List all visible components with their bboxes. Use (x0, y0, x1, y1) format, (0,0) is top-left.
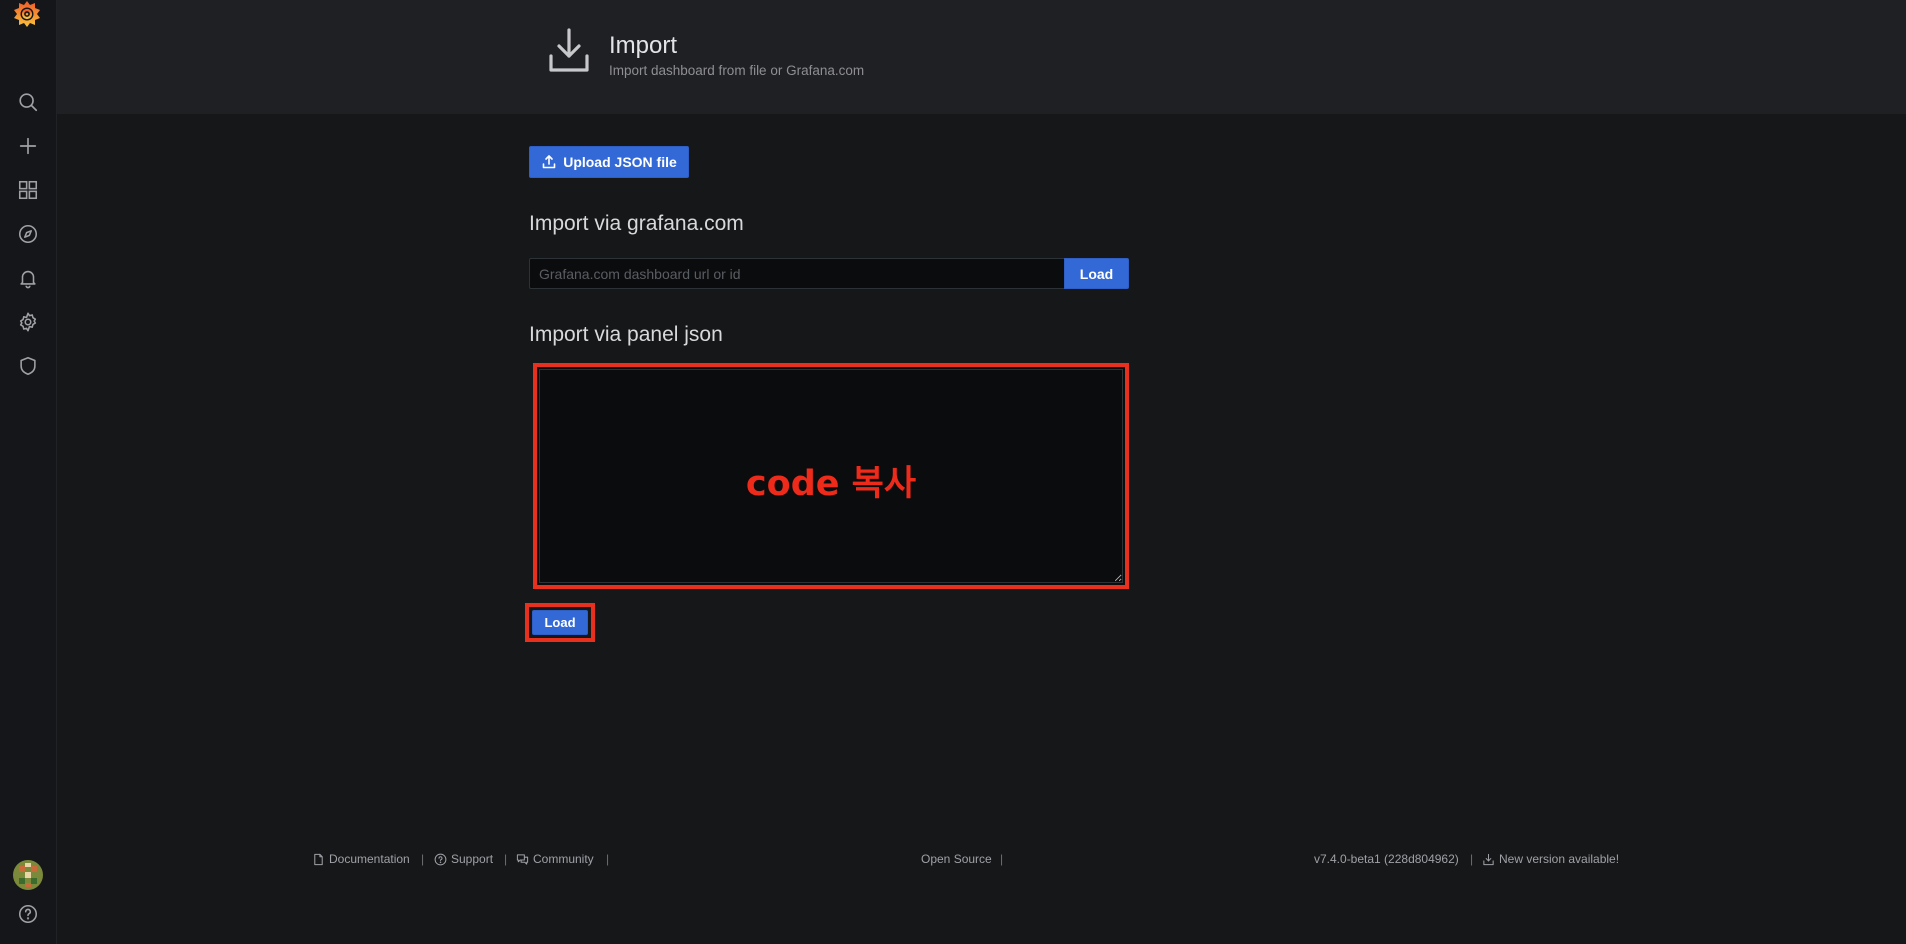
grafana-com-url-input[interactable] (529, 258, 1064, 289)
shield-icon[interactable] (14, 352, 42, 380)
panel-json-textarea[interactable] (539, 369, 1123, 583)
grafana-com-section-title: Import via grafana.com (529, 212, 744, 235)
upload-json-button[interactable]: Upload JSON file (529, 146, 689, 178)
footer-separator: | (504, 852, 508, 866)
gear-icon[interactable] (14, 308, 42, 336)
footer-documentation-label: Documentation (329, 852, 410, 866)
footer-open-source-link[interactable]: Open Source (921, 852, 992, 866)
footer-community-label: Community (533, 852, 594, 866)
search-icon[interactable] (14, 88, 42, 116)
footer-community-link[interactable]: Community (516, 852, 594, 866)
sidebar (0, 0, 57, 944)
footer-support-link[interactable]: Support (434, 852, 493, 866)
plus-icon[interactable] (14, 132, 42, 160)
page-header: Import Import dashboard from file or Gra… (57, 0, 1906, 114)
download-icon (1483, 853, 1494, 865)
footer-version: v7.4.0-beta1 (228d804962) (1314, 852, 1459, 866)
page-subtitle: Import dashboard from file or Grafana.co… (609, 63, 865, 78)
footer-separator: | (606, 852, 610, 866)
grafana-logo-icon[interactable] (12, 0, 42, 28)
dashboards-icon[interactable] (14, 176, 42, 204)
upload-json-label: Upload JSON file (563, 154, 677, 170)
footer-new-version-label: New version available! (1499, 852, 1620, 866)
document-icon (314, 853, 323, 865)
footer-new-version-link[interactable]: New version available! (1482, 852, 1619, 866)
footer-support-label: Support (451, 852, 494, 866)
footer-open-source-label: Open Source (921, 852, 992, 866)
load-json-button[interactable]: Load (532, 610, 588, 635)
page-title: Import (609, 32, 678, 59)
explore-icon[interactable] (14, 220, 42, 248)
footer-documentation-link[interactable]: Documentation (312, 852, 410, 866)
footer-separator: | (421, 852, 425, 866)
bell-icon[interactable] (14, 264, 42, 292)
panel-json-highlight: code 복사 (533, 363, 1129, 589)
question-circle-icon (434, 853, 447, 865)
footer-separator: | (1000, 852, 1004, 866)
panel-json-section-title: Import via panel json (529, 323, 723, 346)
footer-version-label: v7.4.0-beta1 (228d804962) (1314, 852, 1459, 866)
load-json-highlight: Load (525, 603, 595, 642)
upload-icon (542, 155, 556, 169)
help-icon[interactable] (14, 900, 42, 928)
comments-icon (516, 853, 529, 865)
import-download-icon (546, 26, 592, 76)
load-url-button[interactable]: Load (1064, 258, 1129, 289)
footer-separator: | (1470, 852, 1474, 866)
footer: Documentation | Support | Community | Op… (0, 852, 1906, 872)
